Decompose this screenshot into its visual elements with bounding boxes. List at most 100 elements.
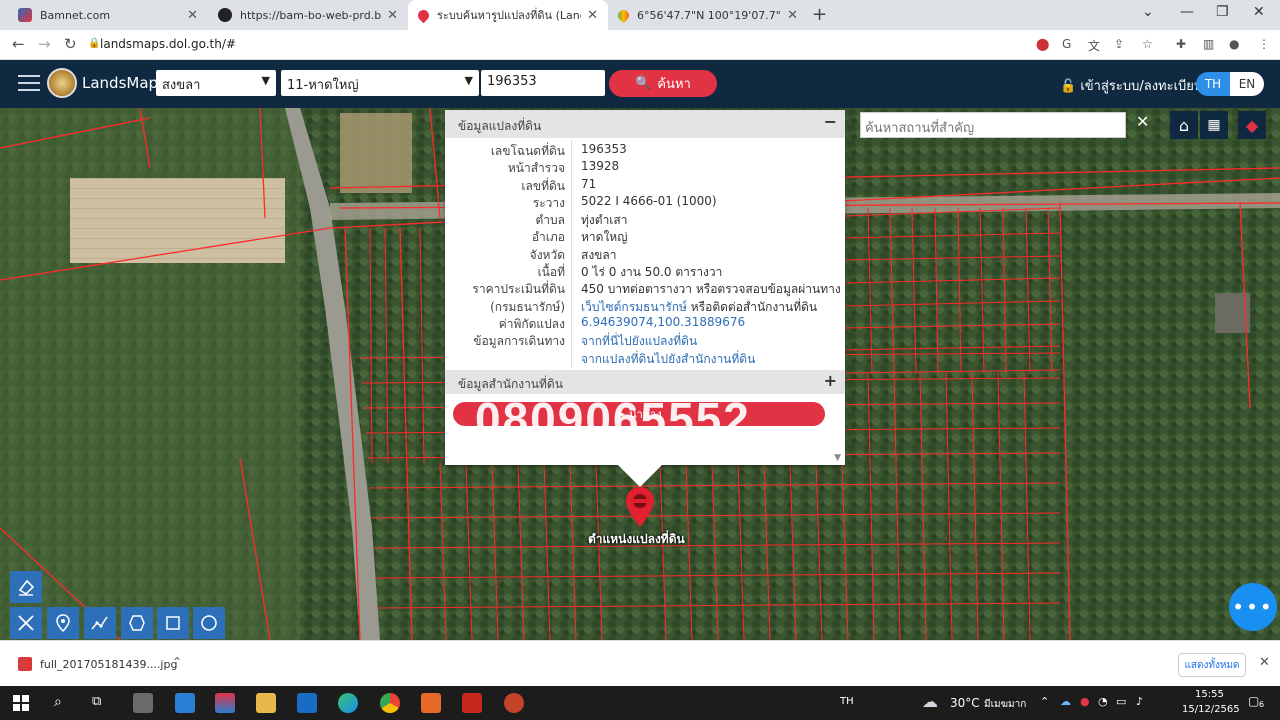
downloaded-file[interactable]: full_201705181439....jpg (18, 657, 177, 671)
browser-tab-active[interactable]: ระบบค้นหารูปแปลงที่ดิน (LandsMaps) ✕ (408, 0, 608, 30)
scroll-down-icon[interactable]: ▼ (834, 453, 841, 463)
close-tab-icon[interactable]: ✕ (787, 8, 798, 23)
file-explorer-icon[interactable] (256, 693, 276, 713)
extensions-puzzle-icon[interactable]: ✚ (1176, 37, 1186, 51)
lang-th-button[interactable]: TH (1196, 72, 1230, 96)
row-value: 450 บาทต่อตารางวา หรือตรวจสอบข้อมูลผ่านท… (581, 282, 841, 297)
clear-search-icon[interactable]: ✕ (1136, 112, 1149, 131)
maximize-icon[interactable]: ❐ (1216, 4, 1229, 20)
weather-temp[interactable]: 30°C (950, 696, 980, 710)
collapse-icon[interactable]: − (824, 112, 837, 131)
home-app-icon[interactable] (421, 693, 441, 713)
layers-icon[interactable]: ◆ (1238, 111, 1266, 139)
polygon-tool-button[interactable] (121, 607, 153, 639)
outlook-icon[interactable] (297, 693, 317, 713)
directions-to-office-link[interactable]: จากแปลงที่ดินไปยังสำนักงานที่ดิน (581, 350, 755, 369)
side-panel-icon[interactable]: ▥ (1203, 37, 1214, 51)
edge-icon[interactable] (338, 693, 358, 713)
eraser-tool-button[interactable] (10, 571, 42, 603)
clock-time[interactable]: 15:55 (1195, 689, 1224, 700)
show-all-downloads-button[interactable]: แสดงทั้งหมด (1178, 653, 1246, 677)
home-icon[interactable]: ⌂ (1170, 111, 1198, 139)
browser-menu-icon[interactable]: ⋮ (1258, 37, 1270, 51)
translate-icon[interactable]: 文 (1088, 37, 1100, 54)
treasury-website-link[interactable]: เว็บไซต์กรมธนารักษ์ (581, 300, 687, 314)
map-pin-icon[interactable] (626, 487, 654, 527)
marker-tool-button[interactable] (47, 607, 79, 639)
hamburger-menu-icon[interactable] (18, 75, 40, 96)
windows-start-icon[interactable] (13, 695, 29, 711)
notifications-icon[interactable]: ▢ (1248, 694, 1259, 708)
extension-icon[interactable]: ⬤ (1036, 37, 1049, 51)
province-select[interactable]: สงขลา ▼ (156, 70, 276, 96)
close-tab-icon[interactable]: ✕ (187, 8, 198, 23)
reload-icon[interactable]: ↻ (64, 35, 77, 53)
image-file-icon (18, 657, 32, 671)
row-value: 71 (581, 176, 597, 191)
browser-tab[interactable]: 6°56'47.7"N 100°19'07.7"E - Google ✕ (608, 0, 808, 30)
browser-tab[interactable]: https://bam-bo-web-prd.bam.co.th ✕ (208, 0, 408, 30)
mail-icon[interactable] (175, 693, 195, 713)
new-tab-icon[interactable]: + (812, 4, 827, 25)
measure-tool-button[interactable] (10, 607, 42, 639)
circle-tool-button[interactable] (193, 607, 225, 639)
battery-icon[interactable]: ▭ (1116, 695, 1126, 708)
parcel-info-header[interactable]: ข้อมูลแปลงที่ดิน − (445, 110, 845, 138)
bbs-app-icon[interactable] (215, 693, 235, 713)
grid-icon[interactable]: ▦ (1200, 111, 1228, 139)
polygon-icon (129, 615, 145, 631)
more-options-button[interactable]: ••• (1229, 583, 1277, 631)
task-view-icon[interactable]: ⧉ (92, 694, 101, 709)
lang-en-button[interactable]: EN (1230, 72, 1264, 96)
input-language[interactable]: TH (840, 696, 854, 707)
tab-title: ระบบค้นหารูปแปลงที่ดิน (LandsMaps) (437, 9, 581, 22)
wifi-icon[interactable]: ◔ (1098, 695, 1108, 708)
close-tab-icon[interactable]: ✕ (387, 8, 398, 23)
chrome-icon[interactable] (380, 693, 400, 713)
parcel-info-row: หน้าสำรวจ 13928 (445, 159, 845, 176)
security-icon[interactable]: ● (1080, 695, 1090, 708)
profile-avatar-icon[interactable]: ● (1229, 37, 1239, 51)
close-tab-icon[interactable]: ✕ (587, 8, 598, 23)
acrobat-icon[interactable] (462, 693, 482, 713)
close-window-icon[interactable]: ✕ (1253, 4, 1265, 20)
landmark-search-input[interactable]: ค้นหาสถานที่สำคัญ (860, 112, 1126, 138)
url-field[interactable]: landsmaps.dol.go.th/# (100, 37, 236, 51)
powerpoint-icon[interactable] (504, 693, 524, 713)
chevron-up-icon[interactable]: ⌃ (172, 655, 182, 669)
onedrive-icon[interactable]: ☁ (1060, 695, 1071, 708)
tab-search-chevron-icon[interactable]: ⌄ (1142, 4, 1154, 20)
back-icon[interactable]: ← (12, 35, 25, 53)
chevron-up-icon[interactable]: ⌃ (1040, 695, 1049, 708)
lock-icon[interactable]: 🔒 (88, 38, 100, 49)
parcel-info-row: จังหวัด สงขลา (445, 246, 845, 263)
land-office-header[interactable]: ข้อมูลสำนักงานที่ดิน + (445, 370, 845, 394)
expand-icon[interactable]: + (824, 371, 837, 390)
row-label: (กรมธนารักษ์) (490, 299, 565, 314)
bookmark-star-icon[interactable]: ☆ (1142, 37, 1153, 51)
parcel-number-input[interactable]: 196353 (481, 70, 605, 96)
login-link[interactable]: 🔓 เข้าสู่ระบบ/ลงทะเบียน (1060, 75, 1203, 96)
close-download-bar-icon[interactable]: ✕ (1259, 655, 1270, 670)
store-icon[interactable] (133, 693, 153, 713)
minimize-icon[interactable]: — (1180, 4, 1194, 20)
polyline-tool-button[interactable] (84, 607, 116, 639)
volume-icon[interactable]: ♪ (1136, 695, 1143, 708)
clock-date[interactable]: 15/12/2565 (1182, 704, 1240, 715)
row-label: หน้าสำรวจ (507, 161, 565, 176)
office-select[interactable]: 11-หาดใหญ่ ▼ (281, 70, 479, 96)
browser-tab[interactable]: Bamnet.com ✕ (8, 0, 208, 30)
forward-icon[interactable]: → (38, 35, 51, 53)
search-icon[interactable]: ⌕ (54, 694, 62, 710)
row-value: 196353 (581, 142, 627, 156)
google-icon[interactable]: G (1062, 37, 1071, 51)
directions-to-parcel-link[interactable]: จากที่นี่ไปยังแปลงที่ดิน (581, 332, 697, 351)
coordinates-link[interactable]: 6.94639074,100.31889676 (581, 315, 745, 329)
parcel-number-value: 196353 (487, 74, 537, 89)
polyline-icon (91, 616, 108, 630)
windows-taskbar: ⌕ ⧉ TH ☁ 30°C มีเมฆมาก ⌃ ☁ ● ◔ ▭ ♪ 15:55… (0, 686, 1280, 720)
parcel-info-row: เลขที่ดิน 71 (445, 177, 845, 194)
search-button[interactable]: 🔍 ค้นหา (609, 70, 717, 97)
share-icon[interactable]: ⇪ (1114, 37, 1124, 51)
rectangle-tool-button[interactable] (157, 607, 189, 639)
